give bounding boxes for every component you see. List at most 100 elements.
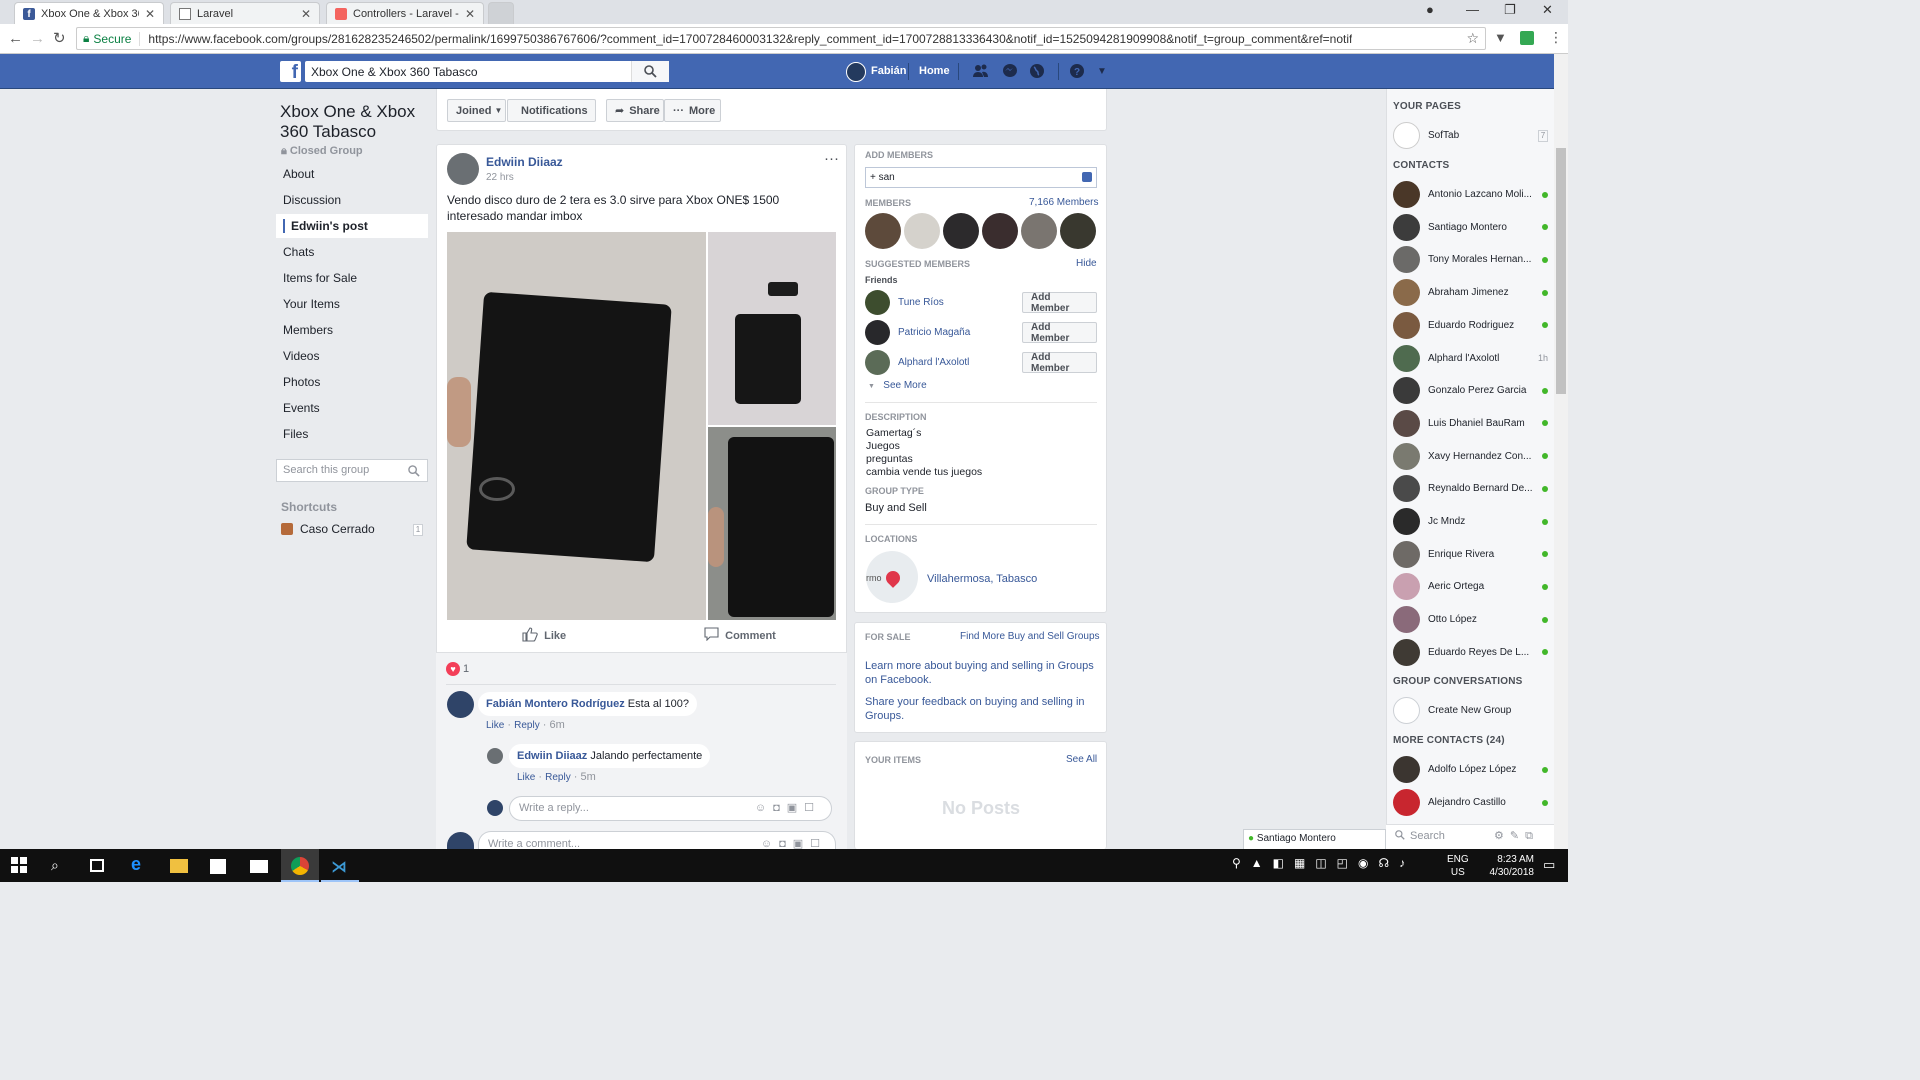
contact-item[interactable]: Tony Morales Hernan... (1393, 243, 1548, 276)
profile-icon[interactable]: ● (1426, 2, 1434, 17)
like-button[interactable]: Like (522, 627, 566, 645)
tab-controllers[interactable]: Controllers - Laravel - Th ✕ (326, 2, 484, 24)
contact-item[interactable]: Jc Mndz (1393, 505, 1548, 538)
task-view-icon[interactable] (90, 859, 104, 872)
bookmark-star-icon[interactable]: ☆ (1466, 30, 1479, 47)
member-avatar[interactable] (1021, 213, 1057, 249)
post-author-avatar[interactable] (447, 153, 479, 185)
contact-item[interactable]: Luis Dhaniel BauRam (1393, 407, 1548, 440)
nav-discussion[interactable]: Discussion (276, 188, 428, 212)
contact-item[interactable]: Alejandro Castillo (1393, 786, 1548, 819)
love-reaction-icon[interactable]: ♥ (446, 662, 460, 676)
close-tab-icon[interactable]: ✕ (301, 7, 311, 21)
nav-items-for-sale[interactable]: Items for Sale (276, 266, 428, 290)
home-link[interactable]: Home (919, 65, 950, 77)
post-author-name[interactable]: Edwiin Diiaaz (486, 155, 563, 169)
comment-tools-icons[interactable]: ☺◘▣☐ (755, 797, 821, 820)
chat-tab[interactable]: ● Santiago Montero (1243, 829, 1386, 849)
menu-icon[interactable]: ⋮ (1549, 29, 1563, 46)
omnibox[interactable]: 🔒︎ Secure https://www.facebook.com/group… (76, 27, 1486, 50)
post-options-icon[interactable]: ··· (824, 150, 839, 167)
member-avatar[interactable] (943, 213, 979, 249)
user-avatar[interactable] (846, 62, 866, 82)
contact-item[interactable]: Adolfo López López (1393, 753, 1548, 786)
add-member-button[interactable]: Add Member (1022, 352, 1097, 374)
member-avatar[interactable] (865, 213, 901, 249)
contact-item[interactable]: Xavy Hernandez Con... (1393, 440, 1548, 473)
chat-options-icons[interactable]: ⚙✎⧉ (1494, 829, 1539, 843)
search-icon[interactable]: ⌕ (51, 857, 69, 875)
comment-author[interactable]: Fabián Montero Rodríguez (486, 698, 625, 710)
location-link[interactable]: Villahermosa, Tabasco (927, 573, 1037, 585)
add-members-input[interactable]: + san (865, 167, 1097, 188)
nav-files[interactable]: Files (276, 422, 428, 446)
comment-author[interactable]: Edwiin Diiaaz (517, 750, 587, 762)
suggested-name[interactable]: Tune Ríos (898, 297, 944, 308)
share-button[interactable]: ➦ Share (606, 99, 664, 122)
chat-search-input[interactable]: Search ⚙✎⧉ (1386, 824, 1554, 849)
comment-time[interactable]: 6m (550, 719, 565, 731)
comment-like-link[interactable]: Like (517, 772, 535, 783)
contacts-picker-icon[interactable] (1082, 172, 1092, 182)
learn-more-link[interactable]: Learn more about buying and selling in G… (865, 659, 1097, 687)
language-indicator[interactable]: ENG US (1447, 853, 1469, 879)
contact-item[interactable]: Gonzalo Perez Garcia (1393, 374, 1548, 407)
create-group-item[interactable]: Create New Group (1393, 694, 1548, 727)
group-search-input[interactable]: Search this group (276, 459, 428, 482)
reload-icon[interactable]: ↻ (53, 29, 66, 47)
contact-item[interactable]: Eduardo Rodriguez (1393, 309, 1548, 342)
tab-facebook[interactable]: f Xbox One & Xbox 360 Ta ✕ (14, 2, 164, 24)
contact-item[interactable]: Aeric Ortega (1393, 570, 1548, 603)
see-all-link[interactable]: See All (1066, 754, 1097, 765)
suggested-avatar[interactable] (865, 290, 890, 315)
mail-icon[interactable] (250, 860, 268, 873)
notifications-globe-icon[interactable] (1029, 63, 1045, 79)
comment-input[interactable]: Write a comment... ☺◘▣☐ (478, 831, 836, 849)
contact-item[interactable]: Alphard l'Axolotl 1h (1393, 342, 1548, 375)
notifications-center-icon[interactable]: ▭ (1543, 857, 1561, 875)
profile-link[interactable]: Fabián (871, 65, 906, 77)
back-icon[interactable]: ← (8, 30, 23, 47)
new-tab-button[interactable] (488, 2, 514, 24)
windows-start-icon[interactable] (11, 857, 29, 875)
shortcut-item[interactable]: Caso Cerrado (281, 522, 375, 536)
nav-events[interactable]: Events (276, 396, 428, 420)
contact-item[interactable]: Reynaldo Bernard De... (1393, 472, 1548, 505)
member-avatar[interactable] (904, 213, 940, 249)
find-more-groups-link[interactable]: Find More Buy and Sell Groups (960, 631, 1100, 642)
group-name[interactable]: Xbox One & Xbox 360 Tabasco (280, 102, 430, 142)
comment-button[interactable]: Comment (704, 627, 776, 644)
nav-members[interactable]: Members (276, 318, 428, 342)
search-icon[interactable] (631, 61, 669, 82)
post-photo-3[interactable] (708, 427, 836, 620)
help-icon[interactable]: ? (1069, 63, 1085, 79)
comment-tools-icons[interactable]: ☺◘▣☐ (761, 832, 827, 849)
file-explorer-icon[interactable] (170, 859, 188, 873)
member-avatar[interactable] (1060, 213, 1096, 249)
suggested-name[interactable]: Patricio Magaña (898, 327, 970, 338)
add-member-button[interactable]: Add Member (1022, 292, 1097, 314)
commenter-avatar[interactable] (487, 748, 503, 764)
contact-item[interactable]: Enrique Rivera (1393, 538, 1548, 571)
member-avatar[interactable] (982, 213, 1018, 249)
account-menu-chevron-icon[interactable]: ▼ (1097, 66, 1113, 82)
nav-current-post[interactable]: Edwiin's post (276, 214, 428, 238)
suggested-avatar[interactable] (865, 350, 890, 375)
map-thumbnail[interactable]: rmo (866, 551, 918, 603)
nav-your-items[interactable]: Your Items (276, 292, 428, 316)
store-icon[interactable] (210, 859, 226, 874)
suggested-name[interactable]: Alphard l'Axolotl (898, 357, 969, 368)
facebook-logo-icon[interactable]: f (280, 61, 301, 83)
edge-icon[interactable]: e (131, 854, 149, 874)
commenter-avatar[interactable] (447, 691, 474, 718)
close-tab-icon[interactable]: ✕ (465, 7, 475, 21)
page-item[interactable]: SofTab 7 (1393, 119, 1548, 152)
add-member-button[interactable]: Add Member (1022, 322, 1097, 344)
system-tray-icons[interactable]: ⚲▲◧▦◫◰◉☊♪ (1232, 856, 1415, 870)
members-count-link[interactable]: 7,166 Members (1029, 197, 1098, 208)
post-photo-2[interactable] (708, 232, 836, 425)
forward-icon[interactable]: → (30, 30, 45, 47)
hide-link[interactable]: Hide (1076, 258, 1097, 269)
maximize-icon[interactable]: ❐ (1504, 2, 1516, 18)
notifications-button[interactable]: Notifications (507, 99, 596, 122)
